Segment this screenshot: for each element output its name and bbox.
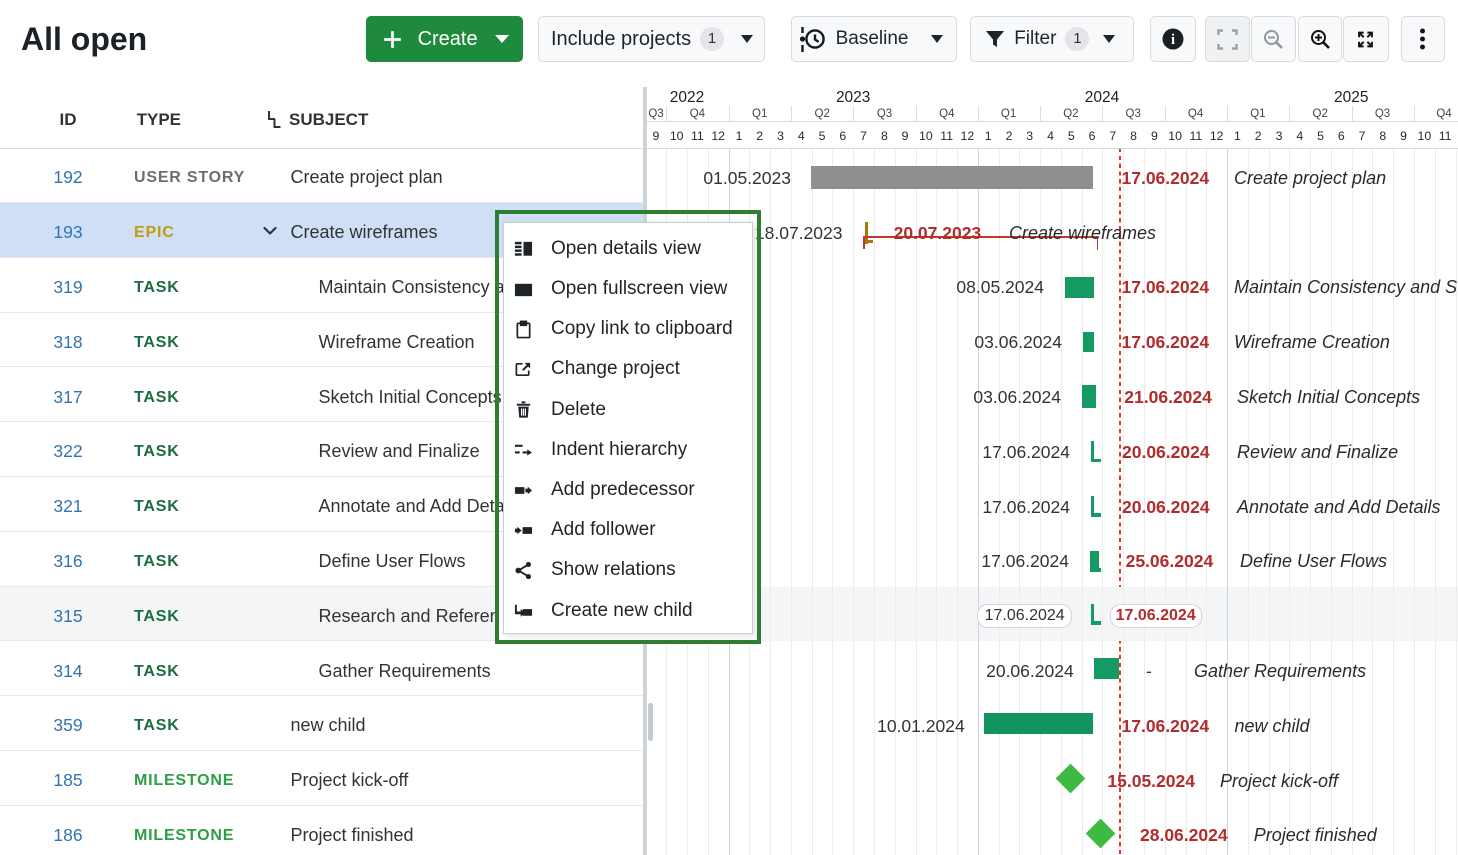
svg-text:i: i — [1171, 32, 1175, 48]
